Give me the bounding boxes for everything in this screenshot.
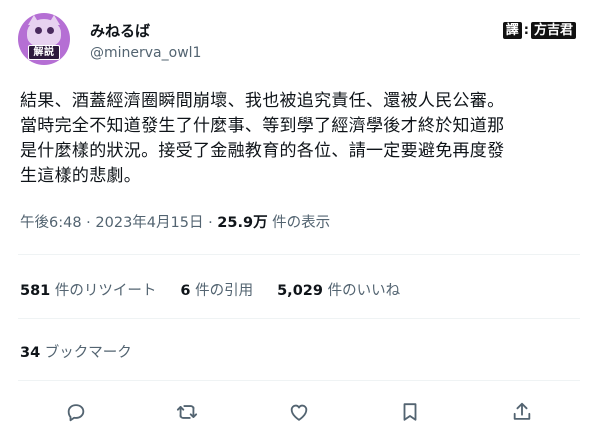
tweet-card: 解説 みねるば @minerva_owl1 譯 : 方吉君 結果、酒蓋經濟圈瞬間… — [0, 0, 598, 441]
likes-label: 件のいいね — [322, 283, 401, 299]
engagement-stats: 581 件のリツイート 6 件の引用 5,029 件のいいね — [20, 279, 400, 300]
timestamp[interactable]: 午後6:48 · 2023年4月15日 · — [20, 215, 217, 231]
likes-count: 5,029 — [277, 283, 323, 299]
retweet-icon — [176, 405, 198, 419]
reply-button[interactable] — [61, 397, 91, 427]
retweets-label: 件のリツイート — [50, 283, 157, 299]
divider — [18, 318, 580, 319]
tweet-text-line: 是什麼樣的狀況。接受了金融教育的各位、請一定要避免再度發 — [20, 141, 505, 161]
bookmarks-count: 34 — [20, 345, 41, 361]
like-icon — [290, 404, 308, 421]
owl-eye-right — [47, 27, 54, 34]
user-handle[interactable]: @minerva_owl1 — [90, 45, 201, 61]
views-label: 件の表示 — [267, 215, 331, 231]
likes-stat[interactable]: 5,029 件のいいね — [277, 279, 400, 300]
quotes-label: 件の引用 — [190, 283, 254, 299]
avatar-badge: 解説 — [28, 45, 60, 60]
tweet-text-line: 結果、酒蓋經濟圈瞬間崩壞、我也被追究責任、還被人民公審。 — [20, 91, 505, 111]
divider — [18, 254, 580, 255]
tweet-text-line: 當時完全不知道發生了什麼事、等到學了經濟學後才終於知道那 — [20, 116, 505, 136]
translator-name: 方吉君 — [530, 22, 576, 39]
divider — [18, 380, 580, 381]
tweet-meta: 午後6:48 · 2023年4月15日 · 25.9万 件の表示 — [20, 211, 330, 232]
bookmarks-stat[interactable]: 34 ブックマーク — [20, 341, 132, 362]
tweet-text-line: 生這樣的悲劇。 — [20, 166, 142, 186]
retweet-button[interactable] — [172, 397, 202, 427]
owl-eye-left — [35, 27, 42, 34]
owl-face — [27, 19, 61, 47]
avatar[interactable]: 解説 — [18, 13, 70, 65]
quotes-stat[interactable]: 6 件の引用 — [180, 279, 253, 300]
translator-separator: : — [523, 23, 529, 38]
tweet-text: 結果、酒蓋經濟圈瞬間崩壞、我也被追究責任、還被人民公審。 當時完全不知道發生了什… — [20, 89, 580, 189]
bookmark-icon — [403, 403, 417, 421]
share-icon — [513, 402, 531, 420]
bookmarks-label: ブックマーク — [40, 345, 132, 361]
translator-credit: 譯 : 方吉君 — [502, 22, 576, 39]
retweets-count: 581 — [20, 283, 51, 299]
translator-label: 譯 — [502, 22, 522, 39]
views-count: 25.9万 — [217, 215, 268, 231]
action-bar — [0, 397, 598, 427]
share-button[interactable] — [507, 397, 537, 427]
retweets-stat[interactable]: 581 件のリツイート — [20, 279, 156, 300]
like-button[interactable] — [284, 397, 314, 427]
quotes-count: 6 — [180, 283, 191, 299]
reply-icon — [67, 404, 85, 422]
bookmark-button[interactable] — [395, 397, 425, 427]
display-name[interactable]: みねるば — [90, 20, 150, 41]
